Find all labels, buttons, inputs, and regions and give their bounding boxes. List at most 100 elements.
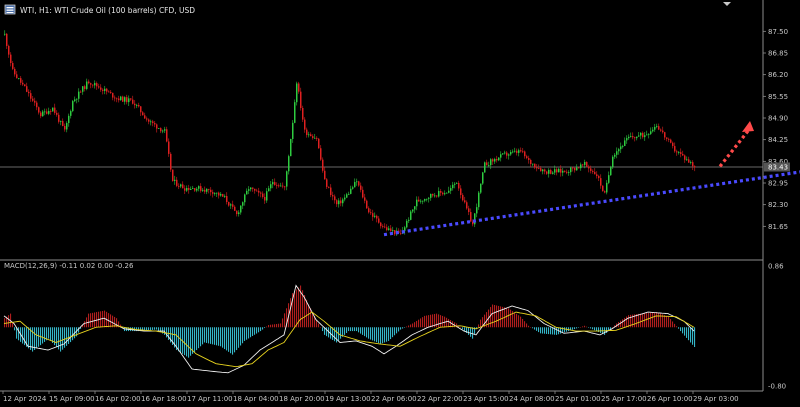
candle-body [562, 170, 564, 173]
candle-body [8, 45, 10, 55]
macd-bar [364, 327, 366, 337]
macd-bar [216, 327, 218, 346]
macd-bar [198, 327, 200, 349]
macd-bar [658, 312, 660, 328]
candle [296, 81, 298, 106]
candle-body [18, 78, 20, 79]
time-tick-label: 25 Apr 17:00 [601, 395, 647, 403]
candle-body [364, 197, 366, 201]
macd-bar [490, 307, 492, 328]
macd-bar [572, 327, 574, 330]
candle-body [218, 192, 220, 196]
candle-body [504, 152, 506, 154]
candle-body [376, 215, 378, 219]
time-tick-label: 22 Apr 22:00 [417, 395, 463, 403]
macd-bar [534, 327, 536, 330]
candle-body [526, 156, 528, 159]
macd-bar [282, 318, 284, 328]
candle-body [434, 195, 436, 197]
macd-bar [464, 327, 466, 332]
candle-body [386, 227, 388, 230]
candle-body [132, 99, 134, 104]
chart-window-icon[interactable] [4, 4, 16, 15]
macd-bar [542, 327, 544, 334]
candle-body [74, 99, 76, 102]
macd-bar [438, 314, 440, 328]
candle-body [324, 170, 326, 180]
candle-body [286, 171, 288, 187]
candle-body [172, 169, 174, 181]
macd-bar [280, 323, 282, 328]
macd-bar [354, 327, 356, 332]
candle-body [64, 126, 66, 130]
macd-bar [178, 327, 180, 352]
candle-body [356, 181, 358, 183]
candle-body [26, 86, 28, 92]
time-tick-label: 26 Apr 10:00 [647, 395, 693, 403]
macd-bar [56, 327, 58, 348]
macd-bar [368, 327, 370, 339]
macd-bar [202, 327, 204, 345]
candle-body [470, 212, 472, 222]
candle-body [4, 33, 6, 35]
candle-body [636, 136, 638, 139]
candle-body [522, 151, 524, 153]
candle-body [602, 185, 604, 192]
candle-body [598, 176, 600, 179]
candle-body [680, 152, 682, 154]
macd-bar [442, 315, 444, 328]
candle-body [540, 168, 542, 172]
candle [610, 165, 612, 176]
candle-body [578, 167, 580, 169]
time-tick-label: 12 Apr 2024 [3, 395, 47, 403]
candle-body [38, 107, 40, 113]
candle-body [90, 83, 92, 85]
macd-bar [230, 327, 232, 354]
candle-body [96, 83, 98, 87]
macd-bar [240, 327, 242, 346]
macd-bar [522, 318, 524, 328]
candle-body [596, 174, 598, 177]
candle-body [118, 98, 120, 101]
candle-body [340, 200, 342, 204]
macd-bar [308, 304, 310, 328]
macd-bar [234, 327, 236, 353]
time-tick-label: 25 Apr 01:00 [555, 395, 601, 403]
candle-body [614, 154, 616, 157]
candle-body [68, 115, 70, 124]
candle-body [400, 233, 402, 234]
candle-body [232, 204, 234, 207]
macd-bar [528, 325, 530, 328]
candle-body [236, 210, 238, 215]
macd-bar [432, 314, 434, 328]
candle-body [570, 167, 572, 173]
candle-body [78, 91, 80, 99]
candle-body [200, 186, 202, 191]
candle-body [512, 151, 514, 153]
time-tick-label: 18 Apr 04:00 [233, 395, 279, 403]
macd-bar [626, 316, 628, 328]
candle-body [270, 184, 272, 189]
candle-body [484, 162, 486, 173]
candle-body [100, 87, 102, 90]
macd-bar [188, 327, 190, 358]
candle-body [632, 136, 634, 138]
macd-bar [460, 327, 462, 328]
macd-bar [206, 327, 208, 343]
candle-body [28, 91, 30, 94]
chart-canvas[interactable]: WTI, H1: WTI Crude Oil (100 barrels) CFD… [0, 0, 800, 407]
time-tick-label: 16 Apr 18:00 [141, 395, 187, 403]
candle-body [590, 168, 592, 171]
candle-body [144, 115, 146, 119]
macd-bar [94, 312, 96, 328]
macd-bar [284, 313, 286, 328]
macd-bar [496, 305, 498, 328]
candle-body [546, 171, 548, 174]
macd-bar [32, 327, 34, 352]
candle-body [486, 162, 488, 166]
macd-bar [370, 327, 372, 340]
candle-body [148, 119, 150, 122]
candle-body [608, 175, 610, 183]
candle-body [676, 151, 678, 153]
candle-body [582, 164, 584, 166]
